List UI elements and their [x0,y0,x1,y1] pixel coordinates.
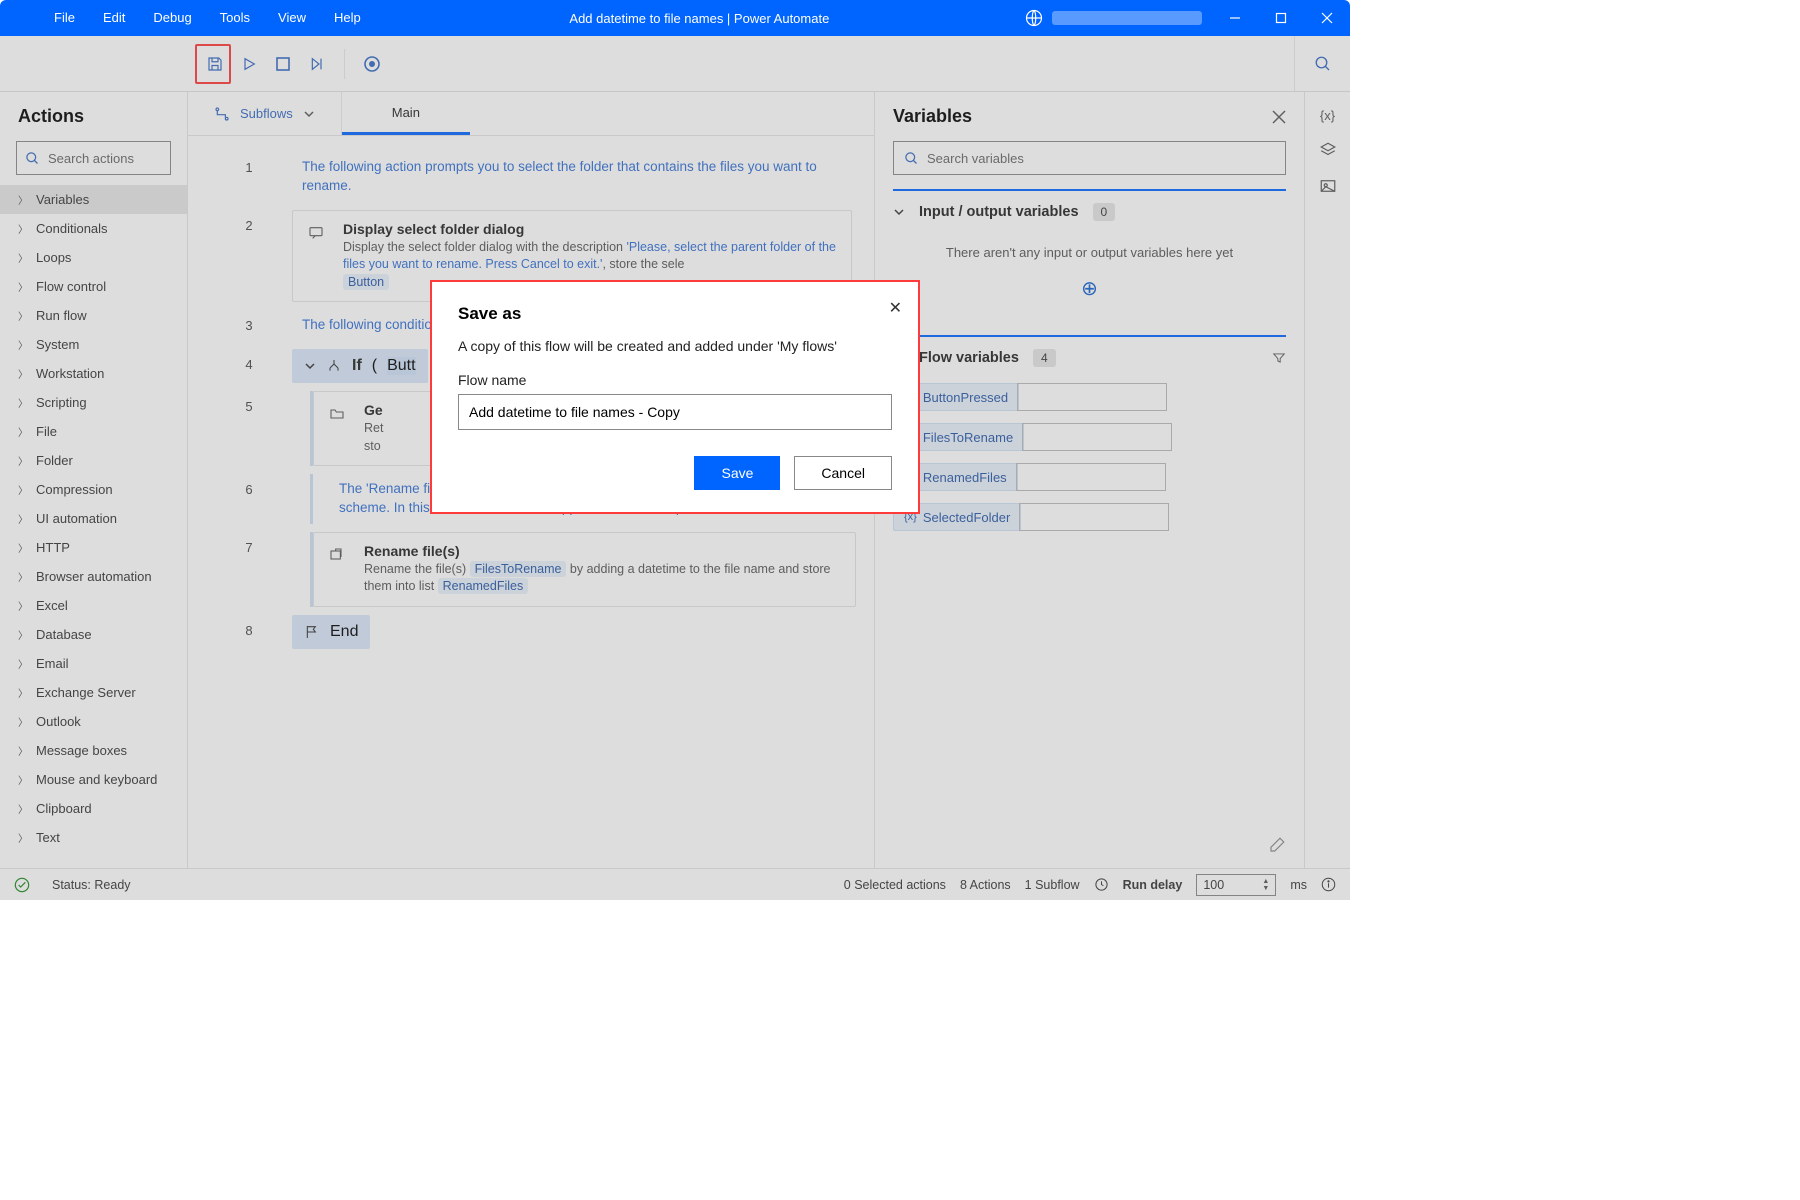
save-as-dialog: ✕ Save as A copy of this flow will be cr… [430,280,920,514]
account-label [1052,11,1202,25]
dialog-close-icon[interactable]: ✕ [889,298,902,318]
close-button[interactable] [1304,0,1350,36]
menu-view[interactable]: View [264,0,320,36]
menu-help[interactable]: Help [320,0,375,36]
account-icon[interactable] [1024,8,1044,28]
menu-bar: File Edit Debug Tools View Help [0,0,375,36]
menu-edit[interactable]: Edit [89,0,139,36]
titlebar: File Edit Debug Tools View Help Add date… [0,0,1350,36]
dialog-title: Save as [458,304,892,324]
minimize-button[interactable] [1212,0,1258,36]
flow-name-input[interactable] [458,394,892,430]
menu-tools[interactable]: Tools [206,0,264,36]
menu-file[interactable]: File [40,0,89,36]
cancel-button[interactable]: Cancel [794,456,892,490]
dialog-description: A copy of this flow will be created and … [458,338,892,354]
menu-debug[interactable]: Debug [139,0,205,36]
window-title: Add datetime to file names | Power Autom… [375,11,1024,26]
save-button[interactable]: Save [694,456,780,490]
flow-name-label: Flow name [458,372,892,388]
maximize-button[interactable] [1258,0,1304,36]
